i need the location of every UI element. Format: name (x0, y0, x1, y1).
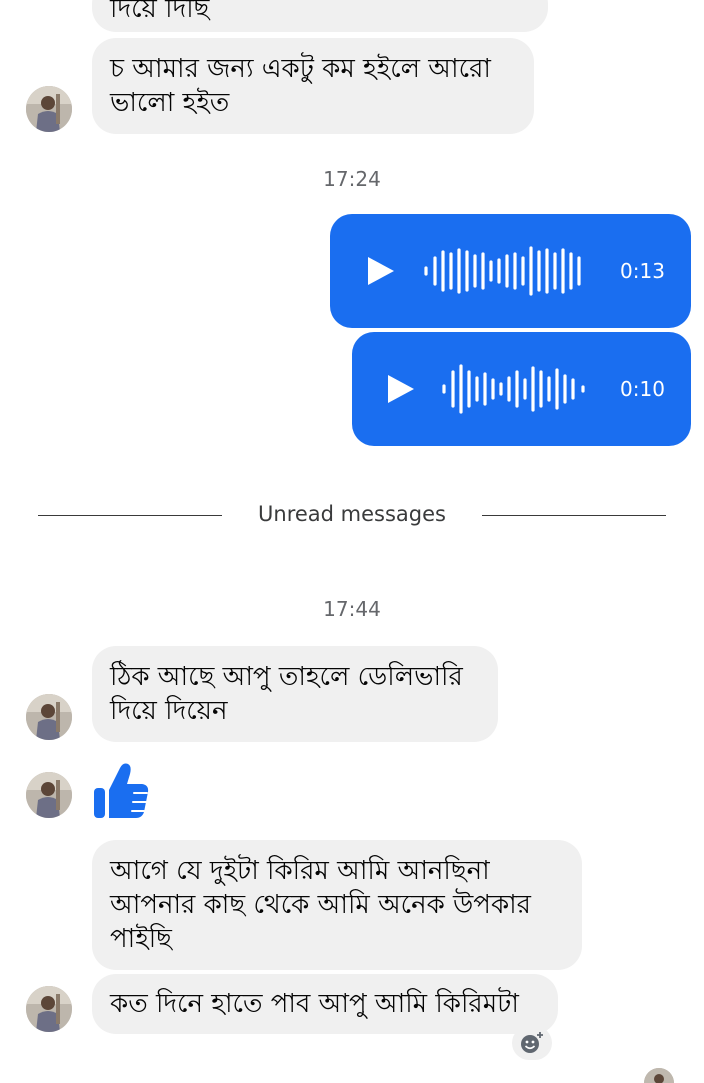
voice-duration: 0:13 (620, 259, 665, 283)
message-bubble[interactable]: দিয়ে দিছি (92, 0, 548, 32)
play-icon[interactable] (388, 375, 414, 403)
divider-line-right (482, 515, 666, 516)
timestamp: 17:24 (323, 167, 381, 191)
waveform-icon (424, 246, 581, 296)
message-text: কত দিনে হাতে পাব আপু আমি কিরিমটা (110, 989, 519, 1019)
contact-avatar[interactable] (26, 986, 72, 1032)
add-reaction-button[interactable] (512, 1026, 552, 1060)
add-reaction-icon (521, 1032, 543, 1053)
message-text: ঠিক আছে আপু তাহলে ডেলিভারি দিয়ে দিয়েন (110, 662, 463, 726)
message-bubble[interactable]: আগে যে দুইটা কিরিম আমি আনছিনা আপনার কাছ … (92, 840, 582, 970)
message-text: দিয়ে দিছি (110, 0, 210, 24)
waveform-icon (442, 364, 585, 414)
timestamp: 17:44 (323, 597, 381, 621)
message-bubble[interactable]: ঠিক আছে আপু তাহলে ডেলিভারি দিয়ে দিয়েন (92, 646, 498, 742)
voice-message[interactable]: 0:13 (330, 214, 691, 328)
unread-divider: Unread messages (258, 502, 446, 526)
message-text: চ আমার জন্য একটু কম হইলে আরো ভালো হইত (110, 54, 491, 118)
thumbs-up-icon[interactable] (92, 760, 150, 820)
message-text: আগে যে দুইটা কিরিম আমি আনছিনা আপনার কাছ … (110, 856, 531, 954)
voice-duration: 0:10 (620, 377, 665, 401)
play-icon[interactable] (368, 257, 394, 285)
seen-avatar (644, 1068, 674, 1083)
contact-avatar[interactable] (26, 694, 72, 740)
voice-message[interactable]: 0:10 (352, 332, 691, 446)
contact-avatar[interactable] (26, 772, 72, 818)
message-bubble[interactable]: চ আমার জন্য একটু কম হইলে আরো ভালো হইত (92, 38, 534, 134)
contact-avatar[interactable] (26, 86, 72, 132)
message-bubble[interactable]: কত দিনে হাতে পাব আপু আমি কিরিমটা (92, 974, 558, 1034)
